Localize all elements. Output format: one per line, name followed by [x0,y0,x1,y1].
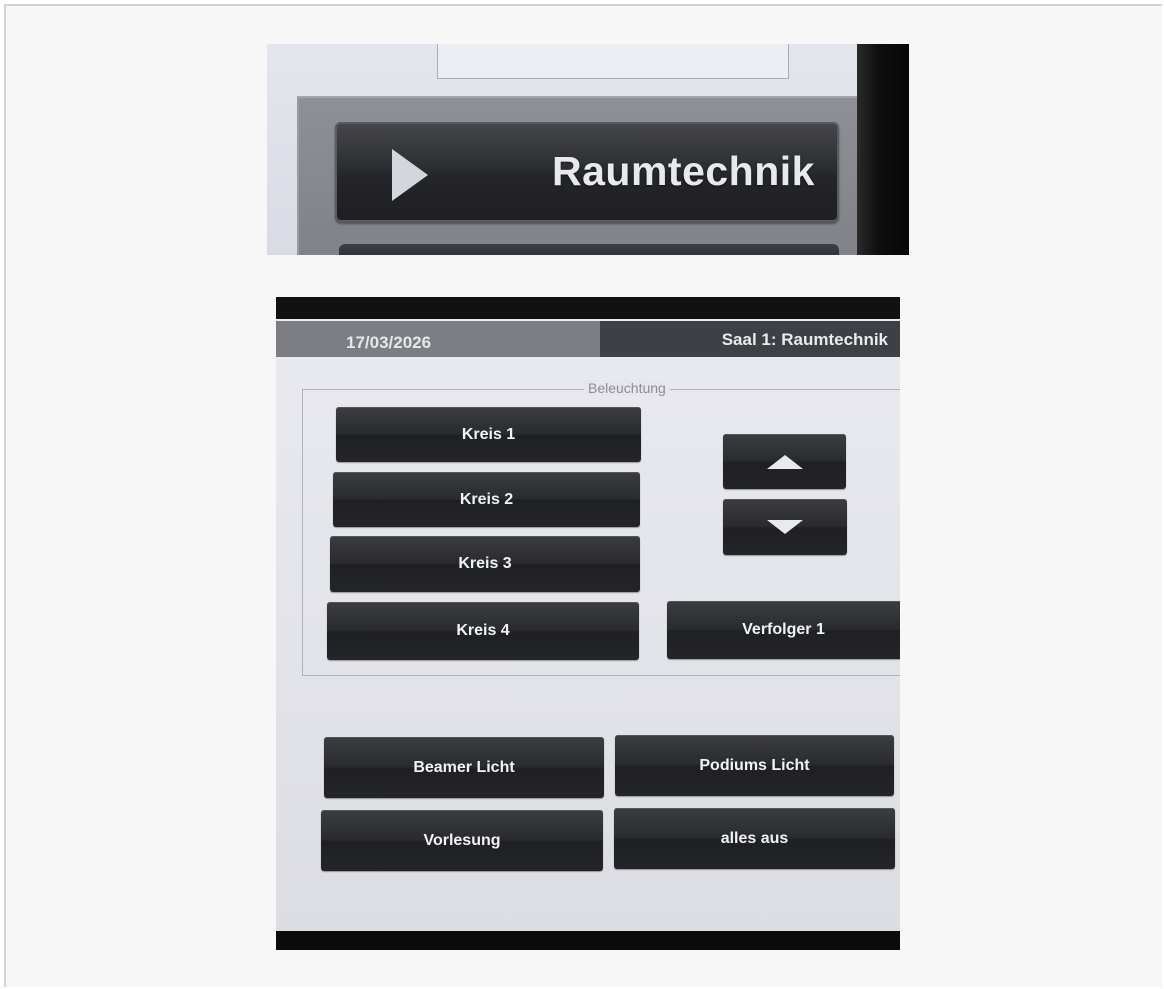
arrow-down-icon [767,520,803,534]
header-date: 17/03/2026 [346,333,432,352]
verfolger-1-button[interactable]: Verfolger 1 [667,601,900,659]
podiums-licht-button[interactable]: Podiums Licht [615,735,894,796]
kreis-1-label: Kreis 1 [461,425,516,443]
kreis-2-label: Kreis 2 [459,490,514,508]
closeup-inner-box [437,44,789,79]
dim-down-button[interactable] [723,499,847,555]
dim-up-button[interactable] [723,434,846,489]
kreis-1-button[interactable]: Kreis 1 [336,407,641,462]
vorlesung-button[interactable]: Vorlesung [321,810,603,871]
kreis-3-button[interactable]: Kreis 3 [330,536,640,592]
header-date-bar [276,321,600,357]
control-panel-photo: 17/03/2026 Saal 1: Raumtechnik Beleuchtu… [276,297,900,950]
kreis-4-button[interactable]: Kreis 4 [327,602,639,660]
alles-aus-button[interactable]: alles aus [614,808,895,869]
kreis-2-button[interactable]: Kreis 2 [333,472,640,527]
podiums-licht-label: Podiums Licht [699,756,810,774]
alles-aus-label: alles aus [720,829,789,847]
arrow-up-icon [766,454,803,469]
play-icon [392,149,428,201]
beamer-licht-label: Beamer Licht [413,758,515,776]
beamer-licht-button[interactable]: Beamer Licht [324,737,604,798]
next-button-edge [339,244,839,255]
lighting-group-label: Beleuchtung [584,380,670,396]
page-title: Saal 1: Raumtechnik [721,330,888,349]
kreis-3-label: Kreis 3 [458,555,512,572]
closeup-photo: Raumtechnik [267,44,909,255]
raumtechnik-button-label: Raumtechnik [552,148,815,194]
device-bezel-bottom [276,931,900,950]
kreis-4-label: Kreis 4 [456,622,510,639]
verfolger-1-label: Verfolger 1 [742,621,825,638]
device-bezel [857,44,909,255]
vorlesung-label: Vorlesung [423,831,501,849]
